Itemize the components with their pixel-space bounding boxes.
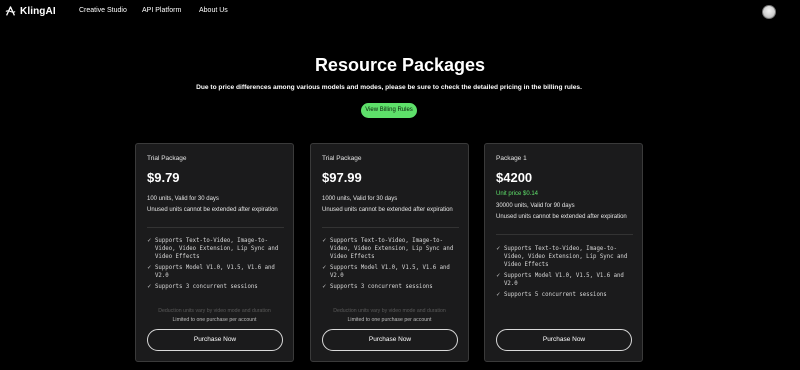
card-divider (496, 234, 633, 235)
check-icon: ✓ (322, 265, 327, 271)
package-name: Package 1 (496, 155, 527, 162)
package-price: $4200 (496, 170, 533, 185)
deduction-note: Deduction units vary by video mode and d… (158, 308, 271, 314)
card-divider (147, 227, 284, 228)
feature-item: ✓ Supports Text-to-Video, Image-to-Video,… (322, 238, 454, 260)
check-icon: ✓ (496, 273, 501, 279)
check-icon: ✓ (496, 246, 501, 252)
package-price: $97.99 (322, 170, 362, 185)
purchase-limit-note: Limited to one purchase per account (347, 317, 432, 323)
feature-list: ✓ Supports Text-to-Video, Image-to-Video,… (322, 237, 462, 294)
package-units: 30000 units, Valid for 90 days (496, 203, 575, 209)
user-avatar[interactable] (762, 5, 776, 19)
package-expiry-note: Unused units cannot be extended after ex… (147, 207, 278, 213)
feature-item: ✓ Supports Model V1.0, V1.5, V1.6 and V2.… (147, 265, 275, 279)
deduction-note: Deduction units vary by video mode and d… (333, 308, 446, 314)
unit-price: Unit price $0.14 (496, 191, 539, 197)
view-billing-rules-button[interactable]: View Billing Rules (361, 103, 417, 118)
feature-item: ✓ Supports 5 concurrent sessions (496, 292, 607, 298)
purchase-limit-note: Limited to one purchase per account (172, 317, 257, 323)
page-subtitle: Due to price differences among various m… (196, 84, 582, 91)
feature-item: ✓ Supports 3 concurrent sessions (147, 284, 258, 290)
card-divider (322, 227, 459, 228)
package-units: 1000 units, Valid for 30 days (322, 196, 398, 202)
package-card-trial-2: Trial Package $97.99 1000 units, Valid f… (310, 143, 469, 362)
package-price: $9.79 (147, 170, 180, 185)
check-icon: ✓ (322, 238, 327, 244)
package-card-trial-1: Trial Package $9.79 100 units, Valid for… (135, 143, 294, 362)
package-name: Trial Package (147, 155, 187, 162)
nav-link-api-platform[interactable]: API Platform (142, 7, 181, 14)
brand-logo[interactable]: KlingAI (4, 5, 56, 18)
top-nav: KlingAI Creative Studio API Platform Abo… (0, 0, 800, 24)
check-icon: ✓ (322, 284, 327, 290)
check-icon: ✓ (147, 265, 152, 271)
purchase-now-button[interactable]: Purchase Now (147, 329, 283, 351)
package-expiry-note: Unused units cannot be extended after ex… (496, 214, 627, 220)
purchase-now-button[interactable]: Purchase Now (496, 329, 632, 351)
page-title: Resource Packages (314, 55, 486, 75)
brand-name: KlingAI (20, 6, 56, 17)
feature-item: ✓ Supports Text-to-Video, Image-to-Video,… (147, 238, 279, 260)
check-icon: ✓ (147, 238, 152, 244)
check-icon: ✓ (496, 292, 501, 298)
package-card-package-1: Package 1 $4200 Unit price $0.14 30000 u… (484, 143, 643, 362)
nav-link-creative-studio[interactable]: Creative Studio (79, 7, 127, 14)
feature-item: ✓ Supports 3 concurrent sessions (322, 284, 433, 290)
package-expiry-note: Unused units cannot be extended after ex… (322, 207, 453, 213)
feature-list: ✓ Supports Text-to-Video, Image-to-Video,… (147, 237, 287, 294)
kling-logo-icon (4, 5, 17, 18)
package-units: 100 units, Valid for 30 days (147, 196, 219, 202)
feature-item: ✓ Supports Model V1.0, V1.5, V1.6 and V2.… (496, 273, 624, 287)
nav-link-about-us[interactable]: About Us (199, 7, 228, 14)
feature-item: ✓ Supports Text-to-Video, Image-to-Video,… (496, 246, 628, 268)
package-name: Trial Package (322, 155, 362, 162)
check-icon: ✓ (147, 284, 152, 290)
feature-item: ✓ Supports Model V1.0, V1.5, V1.6 and V2.… (322, 265, 450, 279)
purchase-now-button[interactable]: Purchase Now (322, 329, 458, 351)
feature-list: ✓ Supports Text-to-Video, Image-to-Video,… (496, 245, 636, 302)
